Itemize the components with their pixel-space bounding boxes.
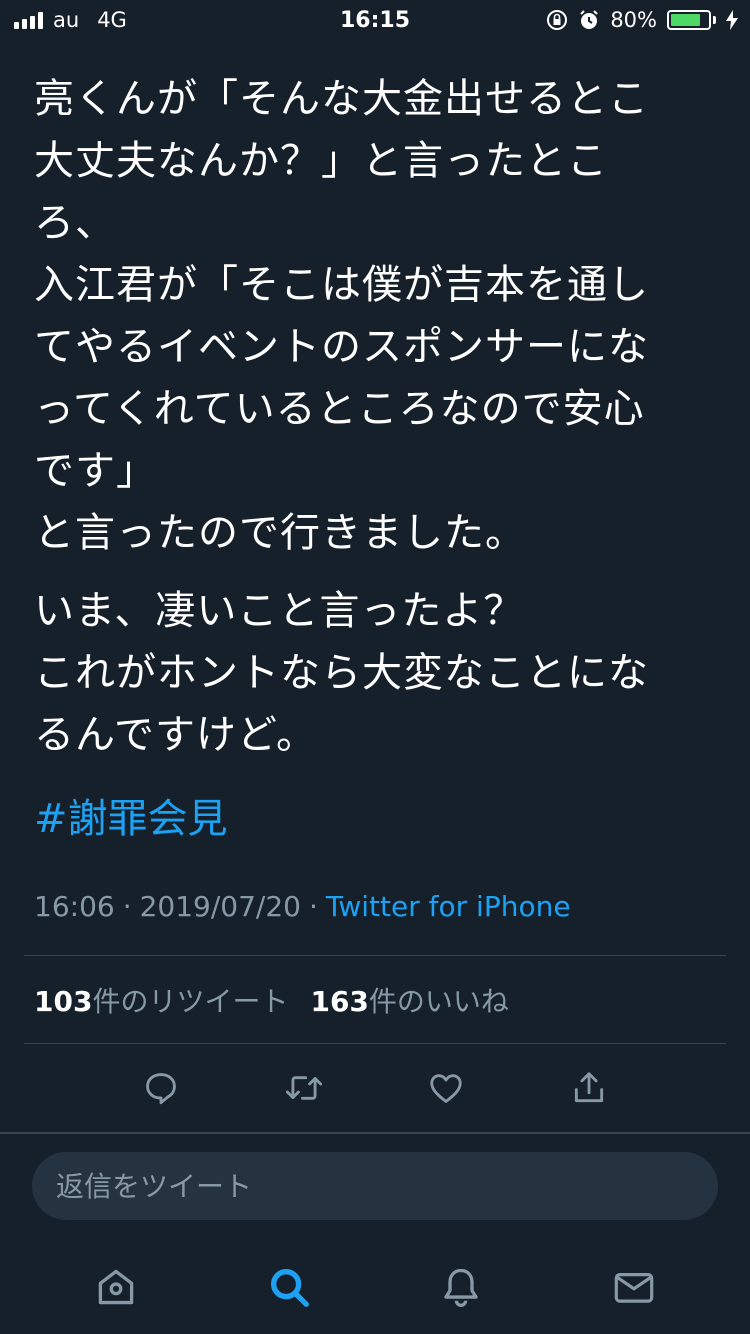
like-label: 件のいいね xyxy=(368,985,509,1018)
orientation-lock-icon xyxy=(546,9,568,31)
tweet-line: 大丈夫なんか？」と言ったとこ xyxy=(34,138,608,184)
tweet-source-link[interactable]: Twitter for iPhone xyxy=(326,890,571,923)
tweet-line: です」 xyxy=(34,448,157,494)
like-stat[interactable]: 163件のいいね xyxy=(310,980,508,1020)
like-count: 163 xyxy=(310,985,369,1018)
tweet-line: ってくれているところなので安心 xyxy=(34,386,645,432)
tab-bar xyxy=(0,1240,750,1334)
reply-box xyxy=(32,1152,718,1220)
reply-icon[interactable] xyxy=(131,1058,191,1118)
tweet-paragraph-1: 亮くんが「そんな大金出せるとこ 大丈夫なんか？」と言ったとこ ろ、 入江君が「そ… xyxy=(34,68,716,564)
tweet-line: 入江君が「そこは僕が吉本を通し xyxy=(34,262,649,308)
reply-input[interactable] xyxy=(56,1169,694,1203)
messages-icon[interactable] xyxy=(594,1247,674,1327)
divider xyxy=(24,1043,726,1044)
battery-percent: 80% xyxy=(610,8,657,32)
tweet-line: と言ったので行きました。 xyxy=(34,510,526,556)
charging-bolt-icon xyxy=(726,10,738,30)
tweet-text: 亮くんが「そんな大金出せるとこ 大丈夫なんか？」と言ったとこ ろ、 入江君が「そ… xyxy=(34,68,716,766)
tweet-line: るんですけど。 xyxy=(34,712,317,758)
meta-separator: · xyxy=(309,890,318,923)
hashtag-link[interactable]: #謝罪会見 xyxy=(34,788,228,850)
retweet-stat[interactable]: 103件のリツイート xyxy=(34,980,288,1020)
tweet-stats: 103件のリツイート 163件のいいね xyxy=(34,980,509,1020)
divider xyxy=(24,955,726,956)
tweet-line: てやるイベントのスポンサーにな xyxy=(34,324,649,370)
share-icon[interactable] xyxy=(559,1058,619,1118)
status-left: au 4G xyxy=(14,8,127,32)
tweet-detail-screen: au 4G 16:15 80% 亮くんが「そんな大金出せるとこ 大丈夫なんか？」… xyxy=(0,0,750,1334)
home-icon[interactable] xyxy=(76,1247,156,1327)
status-bar: au 4G 16:15 80% xyxy=(0,0,750,40)
battery-icon xyxy=(667,10,716,30)
tweet-time: 16:06 xyxy=(34,890,115,923)
alarm-icon xyxy=(578,9,600,31)
tweet-line: ろ、 xyxy=(34,200,116,246)
meta-separator: · xyxy=(122,890,132,923)
like-icon[interactable] xyxy=(416,1058,476,1118)
retweet-icon[interactable] xyxy=(274,1058,334,1118)
tweet-actions xyxy=(0,1048,750,1128)
tweet-date: 2019/07/20 xyxy=(139,890,301,923)
retweet-label: 件のリツイート xyxy=(92,985,289,1018)
tweet-paragraph-2: いま、凄いこと言ったよ？ これがホントなら大変なことにな るんですけど。 xyxy=(34,580,716,766)
carrier-label: au xyxy=(53,8,80,32)
tweet-line: いま、凄いこと言ったよ？ xyxy=(34,588,525,634)
status-right: 80% xyxy=(546,8,738,32)
search-icon[interactable] xyxy=(249,1247,329,1327)
network-label: 4G xyxy=(97,8,127,32)
notifications-icon[interactable] xyxy=(421,1247,501,1327)
signal-icon xyxy=(14,11,43,29)
tweet-line: 亮くんが「そんな大金出せるとこ xyxy=(34,76,649,122)
divider xyxy=(0,1132,750,1134)
retweet-count: 103 xyxy=(34,985,93,1018)
tweet-line: これがホントなら大変なことにな xyxy=(34,650,649,696)
tweet-meta: 16:06 · 2019/07/20 · Twitter for iPhone xyxy=(34,890,571,923)
